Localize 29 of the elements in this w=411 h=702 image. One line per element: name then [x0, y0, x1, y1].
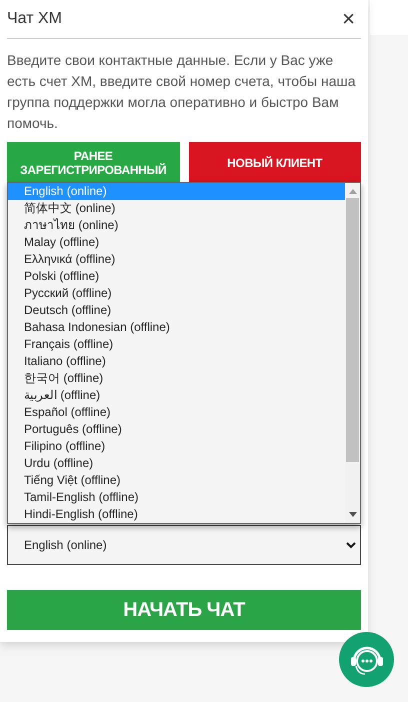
- scrollbar[interactable]: [345, 183, 360, 523]
- language-option[interactable]: Tiếng Việt (offline): [8, 472, 345, 489]
- scroll-up-icon[interactable]: [348, 189, 356, 194]
- chevron-down-icon: [346, 542, 356, 548]
- language-option[interactable]: Deutsch (offline): [8, 302, 345, 319]
- language-option[interactable]: 简体中文 (online): [8, 200, 345, 217]
- language-option[interactable]: Bahasa Indonesian (offline): [8, 319, 345, 336]
- language-option[interactable]: Português (offline): [8, 421, 345, 438]
- language-option[interactable]: ภาษาไทย (online): [8, 217, 345, 234]
- scroll-thumb[interactable]: [346, 198, 359, 462]
- language-select[interactable]: English (online): [7, 525, 361, 565]
- language-option[interactable]: Malay (offline): [8, 234, 345, 251]
- language-option[interactable]: Español (offline): [8, 404, 345, 421]
- client-type-tab[interactable]: НОВЫЙ КЛИЕНТ: [188, 142, 361, 183]
- language-option[interactable]: Français (offline): [8, 336, 345, 353]
- language-option[interactable]: Tamil-English (offline): [8, 489, 345, 506]
- close-button[interactable]: ×: [338, 8, 359, 30]
- language-option[interactable]: 한국어 (offline): [8, 370, 345, 387]
- chat-title: Чат XM: [7, 9, 62, 29]
- language-option[interactable]: Русский (offline): [8, 285, 345, 302]
- language-option[interactable]: Filipino (offline): [8, 438, 345, 455]
- language-option[interactable]: Ελληνικά (offline): [8, 251, 345, 268]
- intro-text: Введите свои контактные данные. Если у Вас уже есть счет XM, введите свой номер счета, чтобы наша группа поддержки могла оперативно и быстро Вам помочь.: [7, 51, 357, 133]
- language-option[interactable]: Polski (offline): [8, 268, 345, 285]
- language-option[interactable]: العربية (offline): [8, 387, 345, 404]
- language-option[interactable]: Hindi-English (offline): [8, 506, 345, 523]
- language-option[interactable]: Urdu (offline): [8, 455, 345, 472]
- scroll-down-icon[interactable]: [348, 512, 356, 517]
- language-option[interactable]: Italiano (offline): [8, 353, 345, 370]
